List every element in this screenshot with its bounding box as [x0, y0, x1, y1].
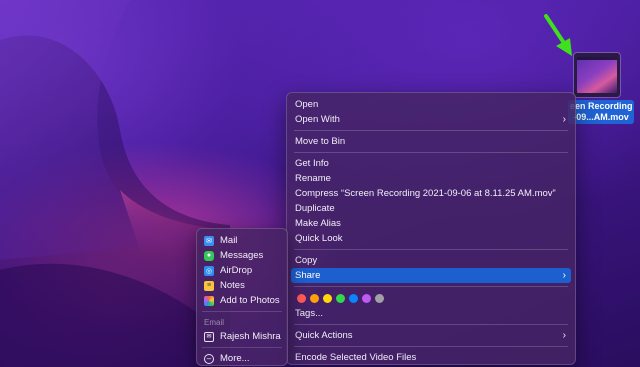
video-file-label[interactable]: een Recording -09...AM.mov: [568, 100, 634, 124]
chevron-right-icon: ›: [562, 270, 566, 281]
share-item-more[interactable]: – More...: [200, 351, 284, 366]
chevron-right-icon: ›: [562, 330, 566, 341]
context-menu: Open Open With › Move to Bin Get Info Ren…: [286, 92, 576, 365]
airdrop-icon: ◎: [204, 265, 214, 276]
menu-item-rename[interactable]: Rename: [291, 171, 571, 186]
file-label-line1: een Recording: [570, 101, 632, 111]
menu-item-encode-video[interactable]: Encode Selected Video Files: [291, 350, 571, 365]
messages-icon: ●: [204, 250, 214, 261]
menu-item-duplicate[interactable]: Duplicate: [291, 201, 571, 216]
menu-item-quick-actions[interactable]: Quick Actions ›: [291, 328, 571, 343]
menu-separator: [294, 286, 568, 287]
share-item-mail[interactable]: ✉ Mail: [200, 233, 284, 248]
mail-icon: ✉: [204, 235, 214, 246]
menu-separator: [294, 130, 568, 131]
more-icon: –: [204, 353, 214, 364]
menu-item-quick-look[interactable]: Quick Look: [291, 231, 571, 246]
tag-yellow-dot[interactable]: [323, 294, 332, 303]
video-file-thumbnail[interactable]: [574, 53, 620, 97]
green-arrow-icon: [540, 12, 576, 56]
share-submenu: ✉ Mail ● Messages ◎ AirDrop ≡ Notes Add …: [196, 228, 288, 366]
share-item-messages[interactable]: ● Messages: [200, 248, 284, 263]
menu-item-copy[interactable]: Copy: [291, 253, 571, 268]
tag-grey-dot[interactable]: [375, 294, 384, 303]
menu-separator: [294, 346, 568, 347]
tag-color-row: [291, 290, 571, 306]
share-item-notes[interactable]: ≡ Notes: [200, 278, 284, 293]
tag-blue-dot[interactable]: [349, 294, 358, 303]
menu-item-open-with[interactable]: Open With ›: [291, 112, 571, 127]
share-item-contact[interactable]: ✉ Rajesh Mishra: [200, 329, 284, 344]
tag-green-dot[interactable]: [336, 294, 345, 303]
tag-red-dot[interactable]: [297, 294, 306, 303]
submenu-separator: [202, 311, 282, 312]
menu-item-share[interactable]: Share ›: [291, 268, 571, 283]
share-item-add-to-photos[interactable]: Add to Photos: [200, 293, 284, 308]
menu-item-tags[interactable]: Tags...: [291, 306, 571, 321]
menu-item-get-info[interactable]: Get Info: [291, 156, 571, 171]
tag-orange-dot[interactable]: [310, 294, 319, 303]
menu-item-compress[interactable]: Compress “Screen Recording 2021-09-06 at…: [291, 186, 571, 201]
chevron-right-icon: ›: [562, 114, 566, 125]
menu-item-make-alias[interactable]: Make Alias: [291, 216, 571, 231]
menu-separator: [294, 324, 568, 325]
email-section-header: Email: [204, 318, 225, 327]
contact-mail-icon: ✉: [204, 331, 214, 342]
photos-icon: [204, 295, 214, 306]
share-item-airdrop[interactable]: ◎ AirDrop: [200, 263, 284, 278]
submenu-separator: [202, 347, 282, 348]
notes-icon: ≡: [204, 280, 214, 291]
file-label-line2: -09...AM.mov: [573, 112, 629, 122]
tag-purple-dot[interactable]: [362, 294, 371, 303]
menu-item-open[interactable]: Open: [291, 97, 571, 112]
menu-separator: [294, 152, 568, 153]
menu-item-move-to-bin[interactable]: Move to Bin: [291, 134, 571, 149]
menu-separator: [294, 249, 568, 250]
